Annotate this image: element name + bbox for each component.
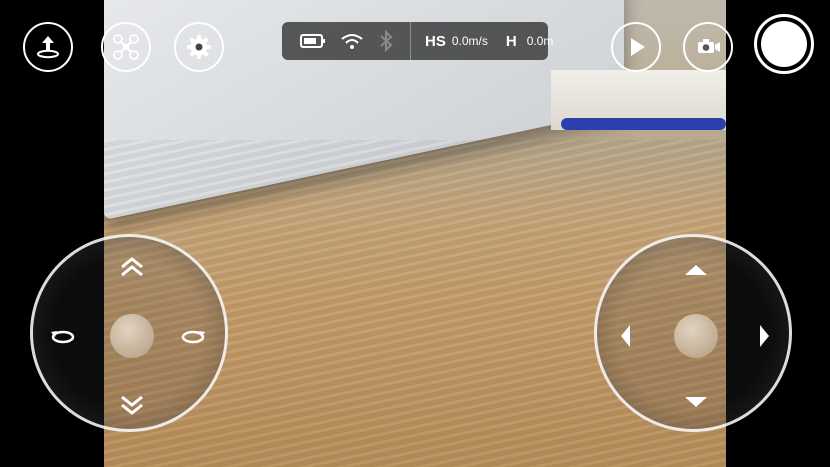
height-label: H [505,32,517,50]
descend-arrow-icon [119,391,145,417]
horizontal-speed-label: HS [425,32,446,50]
takeoff-arrow-icon [37,36,59,59]
ascend-arrow-icon [119,255,145,281]
right-joystick-knob[interactable] [674,314,718,358]
telemetry-group: HS 0.0m/s H 0.0m [411,33,553,50]
camera-switch-icon [698,39,720,53]
left-joystick-knob[interactable] [110,314,154,358]
status-bar: HS 0.0m/s H 0.0m [282,22,553,60]
feed-pen-object [561,118,726,130]
height-value: 0.0m [526,34,554,48]
bluetooth-icon [380,30,393,52]
right-arrow-icon [751,323,777,349]
backward-arrow-icon [683,389,709,415]
status-icons-group [282,22,411,60]
camera-switch-button[interactable] [683,22,733,72]
right-joystick[interactable] [594,234,792,432]
left-joystick[interactable] [30,234,228,432]
shutter-button[interactable] [754,14,814,74]
rotate-left-icon [49,323,75,349]
takeoff-landing-button[interactable] [23,22,73,72]
gear-icon [187,35,211,59]
battery-icon [300,34,325,48]
left-arrow-icon [613,323,639,349]
horizontal-speed-value: 0.0m/s [451,34,488,48]
playback-button[interactable] [611,22,661,72]
shutter-icon [761,21,807,67]
wifi-icon [341,34,363,49]
play-icon [631,38,645,56]
drone-mode-button[interactable] [101,22,151,72]
rotate-right-icon [181,323,207,349]
quadcopter-icon [113,34,139,60]
settings-button[interactable] [174,22,224,72]
forward-arrow-icon [683,257,709,283]
